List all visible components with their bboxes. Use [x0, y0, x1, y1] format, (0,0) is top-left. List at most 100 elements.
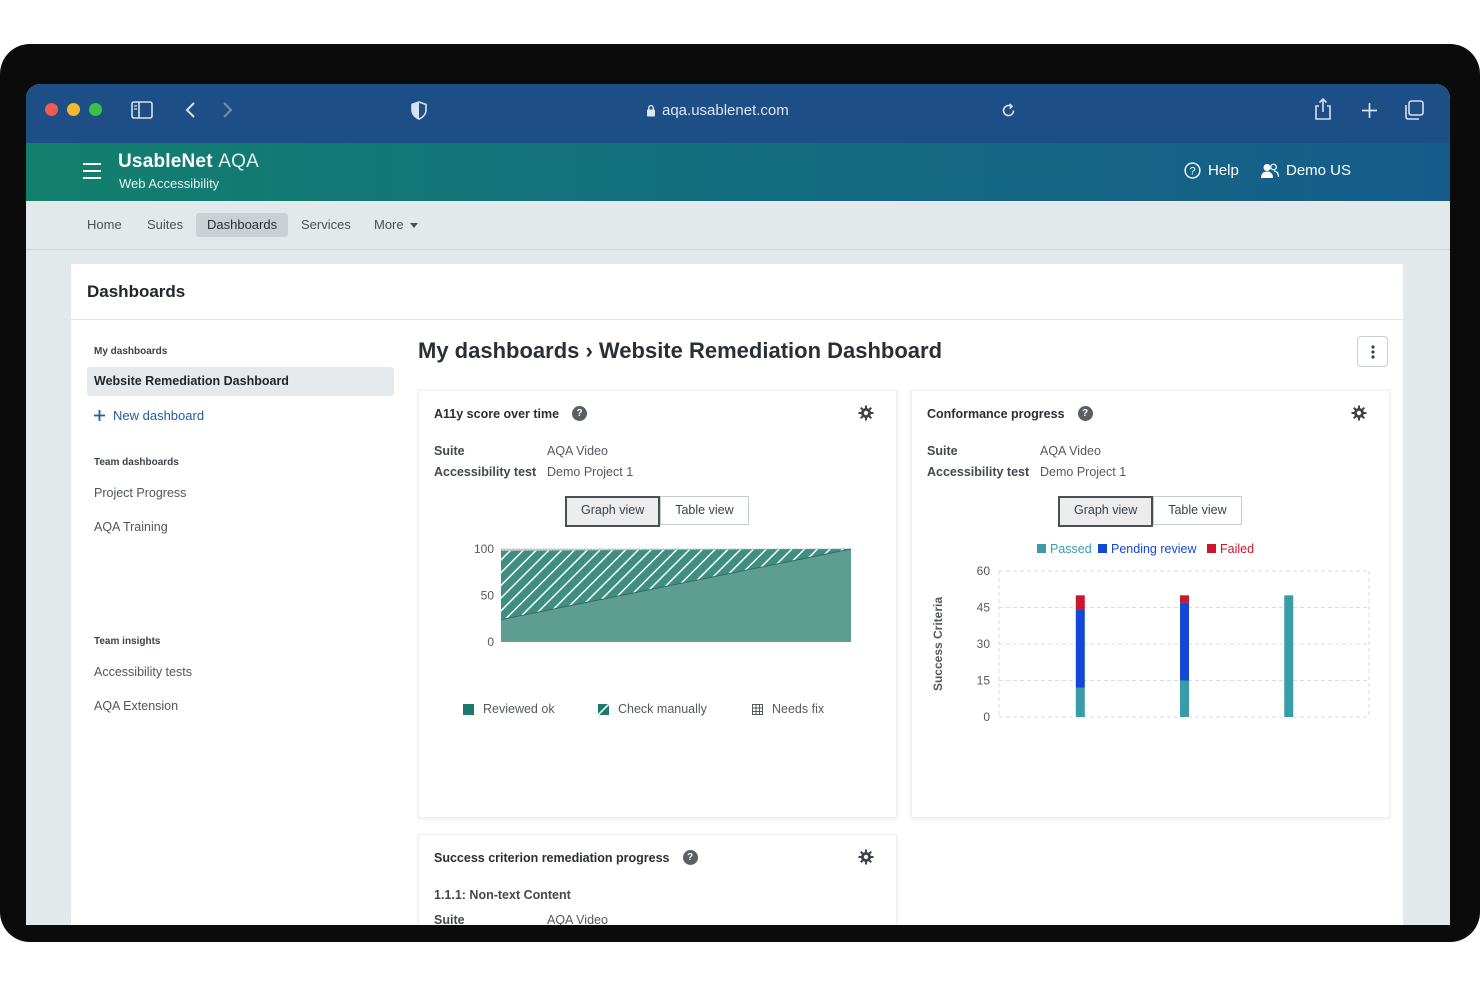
sidebar-toggle-icon[interactable]: [130, 99, 154, 121]
my-dashboards-heading: My dashboards: [94, 346, 168, 357]
legend-label: Failed: [1220, 542, 1254, 556]
legend-label: Reviewed ok: [483, 702, 555, 716]
bar-segment: [1284, 595, 1294, 717]
graph-view-button[interactable]: Graph view: [1058, 496, 1154, 527]
graph-view-button[interactable]: Graph view: [565, 496, 661, 527]
bar-segment: [1075, 609, 1085, 688]
team-insights-heading: Team insights: [94, 636, 161, 647]
share-icon[interactable]: [1312, 97, 1334, 121]
suite-label: Suite: [434, 444, 465, 458]
zoom-window-button[interactable]: [89, 103, 102, 116]
test-label: Accessibility test: [434, 465, 537, 479]
bar-segment: [1075, 595, 1085, 610]
remediation-progress-widget: Success criterion remediation progress ?…: [418, 834, 897, 925]
plus-icon: [94, 410, 105, 421]
tab-overview-icon[interactable]: [1403, 99, 1425, 121]
browser-toolbar: aqa.usablenet.com: [26, 84, 1450, 143]
nav-suites[interactable]: Suites: [136, 213, 194, 237]
sidebar-item-accessibility-tests[interactable]: Accessibility tests: [94, 665, 192, 679]
suite-label: Suite: [927, 444, 958, 458]
brand-name: UsableNet: [118, 151, 213, 172]
help-icon[interactable]: ?: [1077, 406, 1093, 421]
sidebar-item-project-progress[interactable]: Project Progress: [94, 486, 186, 500]
conformance-progress-widget: Conformance progress ? Suite AQA Video A…: [911, 390, 1390, 818]
legend-needs-fix: Needs fix: [752, 702, 824, 716]
legend-reviewed-ok: Reviewed ok: [463, 702, 555, 716]
sidebar-item-aqa-extension[interactable]: AQA Extension: [94, 699, 178, 713]
menu-icon[interactable]: [83, 163, 101, 179]
conformance-bar-chart: Passed Pending review Failed 0 15 30 45 60 Succe…: [931, 542, 1370, 724]
help-link[interactable]: ? Help: [1184, 162, 1239, 179]
legend-swatch: [1098, 544, 1107, 553]
settings-gear-icon[interactable]: [858, 849, 874, 865]
new-dashboard-label: New dashboard: [113, 408, 205, 423]
y-tick-label: 0: [487, 635, 494, 649]
y-tick-label: 15: [977, 674, 991, 688]
address-bar[interactable]: aqa.usablenet.com: [646, 99, 846, 121]
bar-segment: [1180, 602, 1190, 681]
help-icon[interactable]: ?: [682, 850, 698, 865]
legend-label: Needs fix: [772, 702, 825, 716]
widget-title-text: Conformance progress: [927, 406, 1065, 421]
widget-title-text: Success criterion remediation progress: [434, 850, 670, 865]
y-axis-label: Success Criteria: [931, 597, 945, 691]
nav-services[interactable]: Services: [290, 213, 362, 237]
page-title: Dashboards: [87, 282, 186, 301]
table-view-button[interactable]: Table view: [1153, 496, 1242, 525]
sidebar-item-website-remediation[interactable]: Website Remediation Dashboard: [87, 367, 394, 396]
nav-more-label: More: [374, 217, 404, 232]
privacy-shield-icon[interactable]: [409, 99, 429, 121]
more-options-button[interactable]: [1357, 336, 1388, 367]
y-tick-label: 45: [977, 601, 991, 615]
users-icon: [1261, 163, 1279, 178]
y-tick-label: 50: [481, 589, 495, 603]
close-window-button[interactable]: [45, 103, 58, 116]
nav-more[interactable]: More: [363, 213, 429, 237]
minimize-window-button[interactable]: [67, 103, 80, 116]
user-menu[interactable]: Demo US: [1261, 162, 1351, 179]
new-dashboard-link[interactable]: New dashboard: [94, 408, 204, 423]
help-label: Help: [1208, 162, 1239, 179]
table-view-button[interactable]: Table view: [660, 496, 749, 525]
settings-gear-icon[interactable]: [1351, 405, 1367, 421]
bar-segment: [1075, 687, 1085, 717]
help-icon[interactable]: ?: [572, 406, 588, 421]
y-tick-label: 100: [474, 542, 494, 556]
brand-logo[interactable]: UsableNet AQA: [118, 151, 259, 173]
forward-icon[interactable]: [217, 99, 237, 121]
view-toggle: Graph view Table view: [565, 496, 749, 527]
widget-title: A11y score over time ?: [434, 406, 588, 421]
suite-label: Suite: [434, 913, 465, 925]
nav-home[interactable]: Home: [76, 213, 133, 237]
main-nav: Home Suites Dashboards Services More: [26, 201, 1450, 250]
new-tab-icon[interactable]: [1358, 99, 1380, 121]
team-dashboards-heading: Team dashboards: [94, 457, 179, 468]
sidebar-item-label: Website Remediation Dashboard: [94, 374, 289, 388]
sidebar-item-aqa-training[interactable]: AQA Training: [94, 520, 168, 534]
svg-text:?: ?: [1189, 166, 1195, 178]
test-value: Demo Project 1: [1040, 465, 1127, 479]
widget-title-text: A11y score over time: [434, 406, 560, 421]
caret-down-icon: [409, 222, 418, 228]
widget-title: Success criterion remediation progress ?: [434, 850, 698, 865]
bar-segment: [1180, 680, 1190, 717]
suite-value: AQA Video: [547, 444, 608, 458]
reload-icon[interactable]: [998, 99, 1018, 121]
legend-label: Passed: [1050, 542, 1092, 556]
back-icon[interactable]: [181, 99, 201, 121]
legend-swatch-check: [598, 703, 609, 715]
y-tick-label: 30: [977, 637, 991, 651]
settings-gear-icon[interactable]: [858, 405, 874, 421]
brand-product: AQA: [218, 151, 259, 172]
legend-label: Check manually: [618, 702, 707, 716]
nav-dashboards[interactable]: Dashboards: [196, 213, 289, 237]
bar-segment: [1180, 595, 1190, 603]
test-value: Demo Project 1: [547, 465, 634, 479]
score-area-chart: 0 50 100: [474, 542, 852, 649]
lock-icon: [647, 104, 655, 116]
url-text: aqa.usablenet.com: [662, 101, 789, 119]
brand-subtitle: Web Accessibility: [119, 176, 220, 191]
legend-label: Pending review: [1111, 542, 1197, 556]
y-tick-label: 60: [977, 564, 991, 578]
breadcrumb: My dashboards › Website Remediation Dash…: [418, 338, 943, 363]
